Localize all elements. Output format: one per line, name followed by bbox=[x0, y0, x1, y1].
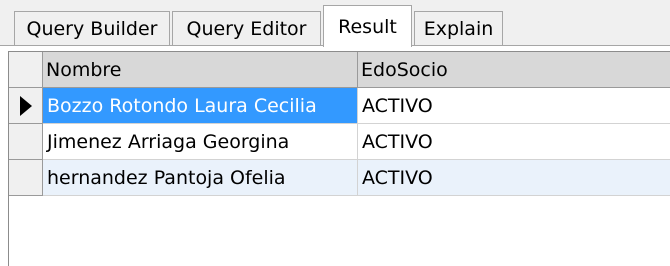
cell-nombre[interactable]: Jimenez Arriaga Georgina bbox=[43, 124, 358, 160]
cell-nombre[interactable]: Bozzo Rotondo Laura Cecilia bbox=[43, 88, 358, 124]
tab-label: Result bbox=[338, 15, 397, 38]
column-header-nombre[interactable]: Nombre bbox=[43, 52, 358, 88]
tab-label: Query Builder bbox=[26, 17, 158, 40]
tab-strip: Query Builder Query Editor Result Explai… bbox=[0, 0, 670, 47]
row-indicator[interactable] bbox=[9, 88, 43, 124]
tab-label: Explain bbox=[423, 17, 494, 40]
row-indicator[interactable] bbox=[9, 124, 43, 160]
table-row[interactable]: Bozzo Rotondo Laura Cecilia ACTIVO bbox=[9, 88, 670, 124]
table-row[interactable]: Jimenez Arriaga Georgina ACTIVO bbox=[9, 124, 670, 160]
tab-query-builder[interactable]: Query Builder bbox=[14, 11, 170, 45]
cell-nombre[interactable]: hernandez Pantoja Ofelia bbox=[43, 160, 358, 196]
tab-explain[interactable]: Explain bbox=[414, 11, 503, 45]
grid-header-row: Nombre EdoSocio bbox=[9, 52, 670, 88]
tab-result[interactable]: Result bbox=[323, 5, 412, 47]
row-indicator-header bbox=[9, 52, 43, 88]
row-pointer-icon bbox=[19, 95, 32, 116]
column-header-edosocio[interactable]: EdoSocio bbox=[358, 52, 670, 88]
cell-edosocio[interactable]: ACTIVO bbox=[358, 124, 670, 160]
tab-label: Query Editor bbox=[186, 17, 307, 40]
result-grid[interactable]: Nombre EdoSocio Bozzo Rotondo Laura Ceci… bbox=[8, 51, 670, 266]
cell-edosocio[interactable]: ACTIVO bbox=[358, 88, 670, 124]
row-indicator[interactable] bbox=[9, 160, 43, 196]
result-panel: Nombre EdoSocio Bozzo Rotondo Laura Ceci… bbox=[0, 46, 670, 266]
tab-query-editor[interactable]: Query Editor bbox=[172, 11, 321, 45]
cell-edosocio[interactable]: ACTIVO bbox=[358, 160, 670, 196]
table-row[interactable]: hernandez Pantoja Ofelia ACTIVO bbox=[9, 160, 670, 196]
